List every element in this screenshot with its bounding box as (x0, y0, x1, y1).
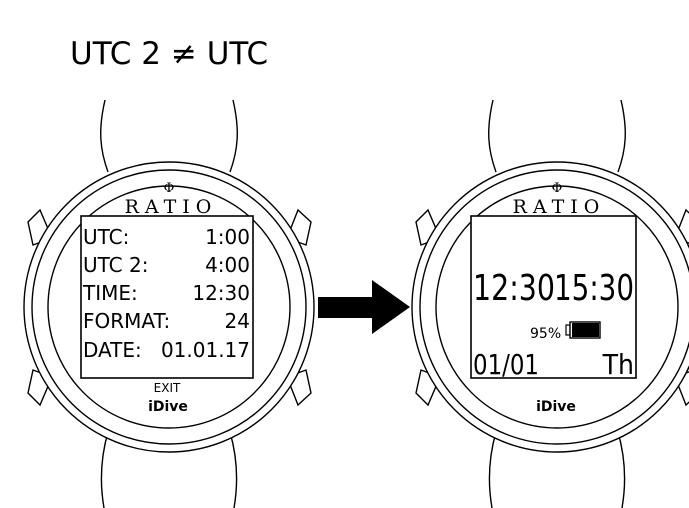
right-model-name: iDive (536, 399, 576, 415)
right-time-primary: 12:30 (473, 268, 555, 309)
left-model-name: iDive (148, 399, 188, 415)
row-date-value: 01.01.17 (161, 338, 250, 362)
row-date-label: DATE: (83, 338, 142, 362)
left-watch: Φ RATIO UTC: 1:00 UTC 2: 4:00 TIME: 12:3… (23, 99, 315, 508)
row-format-label: FORMAT: (83, 309, 170, 333)
row-utc-label: UTC: (83, 225, 129, 249)
right-brand-symbol: Φ (552, 181, 563, 196)
row-time-value: 12:30 (192, 281, 250, 305)
right-weekday: Th (602, 348, 634, 381)
right-arrow-icon (318, 280, 410, 334)
row-format-value: 24 (225, 309, 250, 333)
right-date: 01/01 (473, 348, 539, 381)
left-exit-label: EXIT (154, 381, 181, 395)
left-brand-name: RATIO (125, 196, 218, 218)
left-strap-top (100, 99, 238, 173)
row-utc2-value: 4:00 (205, 253, 250, 277)
battery-icon (565, 321, 601, 339)
right-brand-name: RATIO (513, 196, 606, 218)
battery-percent: 95% (530, 326, 561, 342)
left-brand-symbol: Φ (164, 181, 175, 196)
right-time-secondary: 15:30 (554, 268, 634, 309)
row-utc2-label: UTC 2: (83, 253, 148, 277)
row-time-label: TIME: (82, 281, 138, 305)
right-watch: Φ RATIO 12:30 15:30 95% 01/01 Th iDive (411, 99, 689, 508)
row-utc-value: 1:00 (205, 225, 250, 249)
battery-fill (572, 323, 599, 337)
right-strap-top (488, 99, 626, 173)
watch-diagram: Φ RATIO UTC: 1:00 UTC 2: 4:00 TIME: 12:3… (23, 99, 689, 508)
